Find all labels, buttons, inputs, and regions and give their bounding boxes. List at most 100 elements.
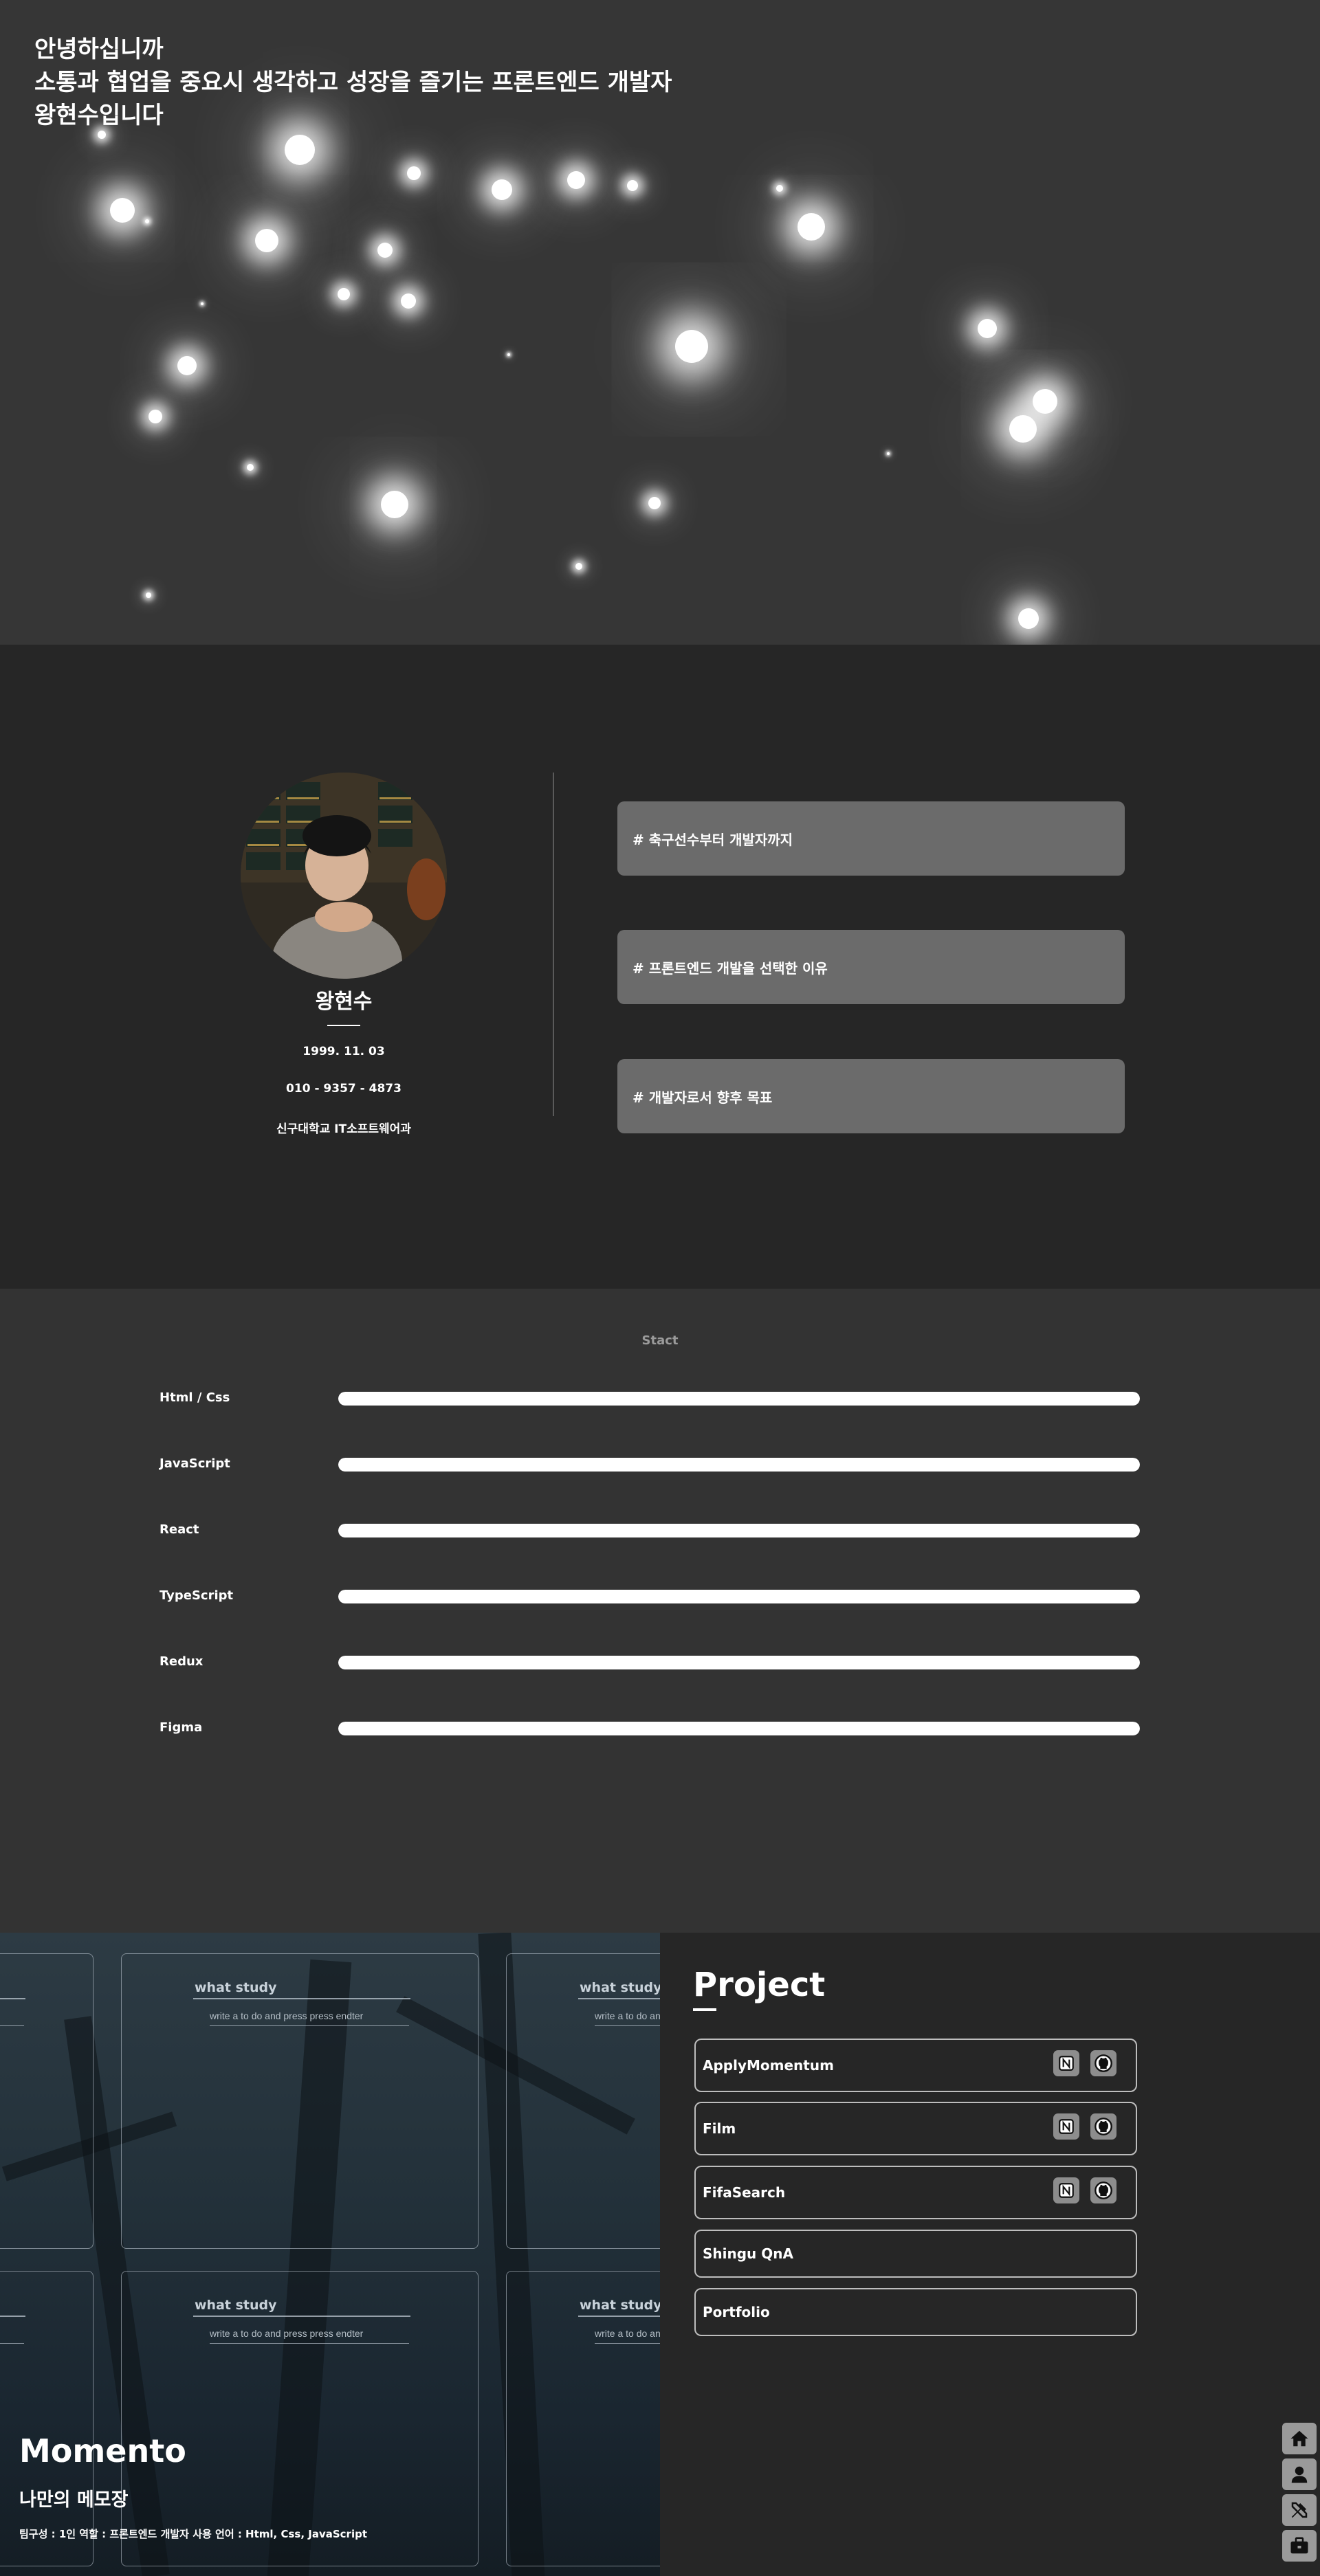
project-links [1053,2177,1116,2203]
project-item-name: Film [703,2120,736,2137]
side-nav [1282,2423,1320,2567]
nav-about-button[interactable] [1282,2458,1317,2490]
nav-stack-button[interactable] [1282,2494,1317,2526]
light-orb [401,293,416,309]
skill-bar-track [338,1524,1140,1537]
skill-label: Html / Css [160,1390,230,1405]
light-orb [247,464,254,471]
skill-bar-track [338,1656,1140,1669]
about-card-story[interactable]: # 축구선수부터 개발자까지 [617,801,1125,876]
project-preview: what study write a to do and press press … [0,1933,660,2576]
github-link-button[interactable] [1090,2050,1116,2076]
notion-icon [1059,2056,1074,2071]
light-orb [798,213,825,241]
project-heading: Project [693,1966,826,2004]
profile-school: 신구대학교 IT소프트웨어과 [276,1122,411,1136]
memo-todo-input-underline [210,2343,409,2344]
project-item[interactable]: Film [694,2102,1137,2155]
user-icon [1291,2466,1308,2483]
about-card-goal[interactable]: # 개발자로서 향후 목표 [617,1059,1125,1133]
project-item-name: FifaSearch [703,2184,786,2201]
memo-card-title-underline [0,2316,25,2317]
light-orb [648,497,661,509]
skill-bar-fill [338,1392,1140,1406]
github-icon [1094,2054,1112,2072]
memo-card-title-underline [193,1998,410,1999]
hero-line: 소통과 협업을 중요시 생각하고 성장을 즐기는 프론트엔드 개발자 [34,69,672,96]
memo-card-title: what study [580,2298,660,2313]
notion-icon [1059,2119,1074,2134]
memo-card-title: what study [195,1980,277,1995]
memo-card: what study write a to do and press press … [121,1953,478,2249]
light-orb [492,179,512,200]
light-orb [338,288,350,300]
memo-todo-input: write a to do and press press endter [595,2328,660,2339]
memo-todo-input-underline [595,2343,660,2344]
memo-card-title: what study [580,1980,660,1995]
light-orb [377,243,393,258]
briefcase-icon [1290,2537,1308,2554]
notion-link-button[interactable] [1053,2177,1079,2203]
notion-icon [1059,2183,1074,2198]
light-orb [776,185,783,192]
profile-phone: 010 - 9357 - 4873 [286,1082,402,1096]
memo-todo-input: write a to do and press press endter [210,2010,364,2021]
skill-label: Redux [160,1654,204,1669]
project-item-name: Portfolio [703,2304,770,2320]
about-divider [553,773,554,1116]
hero-greeting: 안녕하십니까 소통과 협업을 중요시 생각하고 성장을 즐기는 프론트엔드 개발… [34,33,672,132]
github-icon [1094,2181,1112,2199]
light-orb [1018,608,1039,629]
profile-photo [241,773,447,979]
project-item[interactable]: ApplyMomentum [694,2039,1137,2092]
memo-card: what studywrite a to do and press press … [506,1953,660,2249]
project-heading-underline [693,2008,716,2011]
project-item[interactable]: Shingu QnA [694,2230,1137,2278]
about-card-reason[interactable]: # 프론트엔드 개발을 선택한 이유 [617,930,1125,1004]
notion-link-button[interactable] [1053,2113,1079,2140]
project-item[interactable]: FifaSearch [694,2166,1137,2219]
skill-bar-fill [338,1458,1140,1472]
nav-project-button[interactable] [1282,2530,1317,2562]
preview-subtitle: 나만의 메모장 [19,2489,129,2511]
project-item-name: ApplyMomentum [703,2057,834,2074]
light-orb [177,356,197,375]
skill-bar-track [338,1590,1140,1603]
skill-label: JavaScript [160,1456,230,1471]
hero-line: 안녕하십니까 [34,36,164,63]
memo-card-title-underline [193,2316,410,2317]
skill-label: React [160,1522,199,1537]
skill-label: Figma [160,1720,203,1735]
hero-line: 왕현수입니다 [34,102,164,129]
skill-bar-fill [338,1656,1140,1669]
memo-card-title-underline [578,2316,660,2317]
github-link-button[interactable] [1090,2113,1116,2140]
project-links [1053,2050,1116,2076]
light-orb [575,563,582,570]
nav-home-button[interactable] [1282,2423,1317,2454]
skill-label: TypeScript [160,1588,234,1603]
preview-title: Momento [19,2432,186,2469]
project-section: what study write a to do and press press … [0,1933,1320,2576]
github-link-button[interactable] [1090,2177,1116,2203]
light-orb [285,135,315,165]
project-item[interactable]: Portfolio [694,2288,1137,2336]
memo-todo-input-underline [0,2343,24,2344]
home-icon [1290,2430,1308,2447]
light-orb [675,330,708,363]
name-underline [327,1025,360,1026]
hero-section: 안녕하십니까 소통과 협업을 중요시 생각하고 성장을 즐기는 프론트엔드 개발… [0,0,1320,645]
light-orb [407,166,421,180]
light-orb [978,319,997,338]
light-orb [887,452,890,455]
notion-link-button[interactable] [1053,2050,1079,2076]
about-section: 왕현수 1999. 11. 03 010 - 9357 - 4873 신구대학교… [0,645,1320,1289]
skill-bar-fill [338,1722,1140,1735]
light-orb [146,592,151,598]
memo-card: what studywrite a to do and press press … [0,2271,94,2566]
light-orb [381,491,408,518]
profile-photo-illustration [241,773,447,979]
project-item-name: Shingu QnA [703,2245,793,2262]
memo-card: what studywrite a to do and press press … [0,1953,94,2249]
profile-name: 왕현수 [315,990,373,1014]
